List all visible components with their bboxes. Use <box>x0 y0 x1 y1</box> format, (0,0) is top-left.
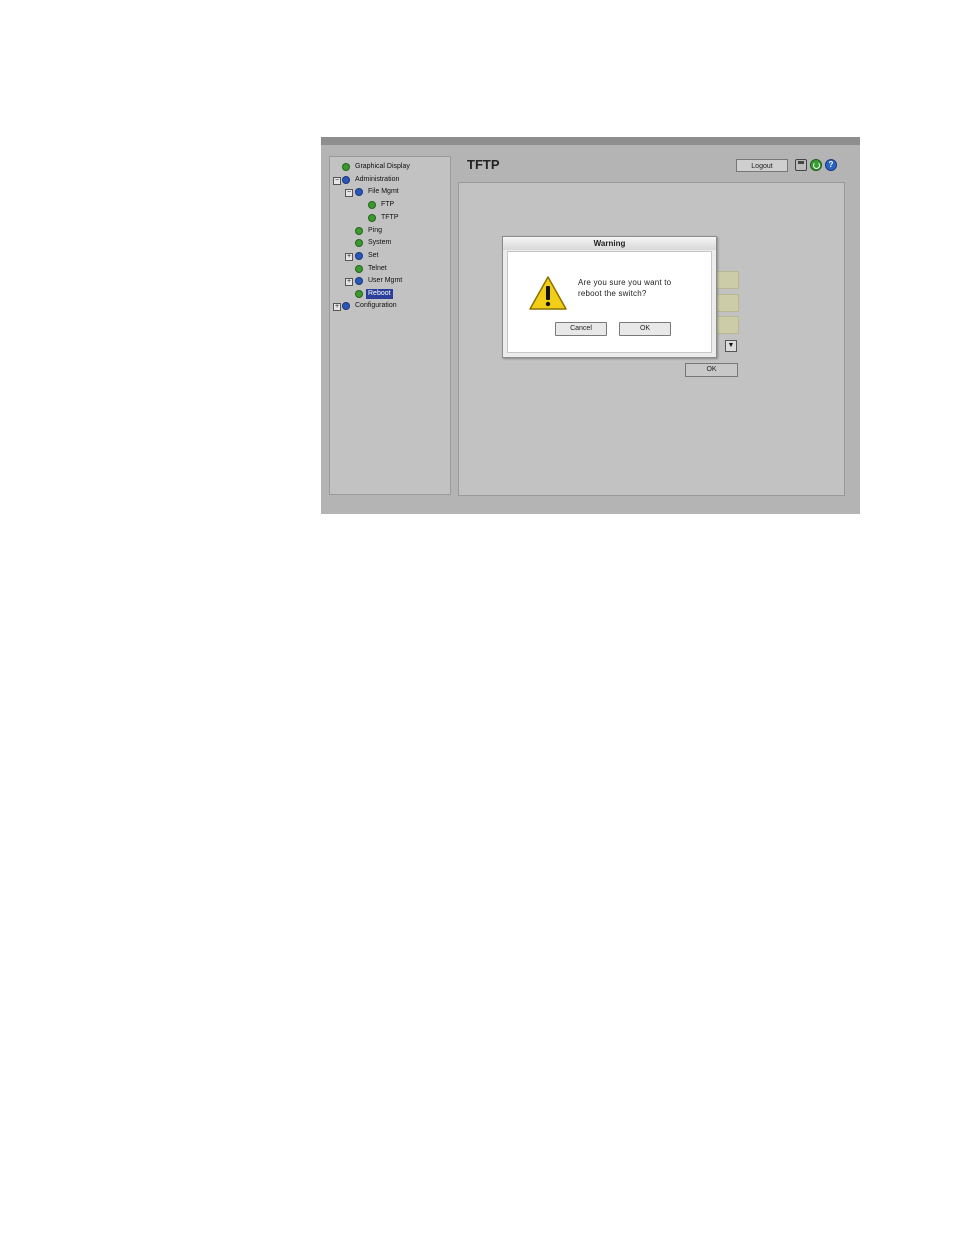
tree-item-file-mgmt[interactable]: File Mgmt <box>355 186 401 198</box>
tree-item-label: Telnet <box>368 265 387 272</box>
tree-item-ftp[interactable]: FTP <box>368 199 396 211</box>
blue-bullet-icon <box>342 302 350 310</box>
app-top-bar <box>321 137 860 145</box>
tree-item-label: User Mgmt <box>368 277 403 284</box>
tree-item-configuration[interactable]: Configuration <box>342 300 399 312</box>
tree-item-system[interactable]: System <box>355 237 393 249</box>
refresh-icon[interactable] <box>810 159 822 171</box>
warning-icon <box>529 276 567 310</box>
tree-item-label: FTP <box>381 201 395 208</box>
tree-item-graphical-display[interactable]: Graphical Display <box>342 161 412 173</box>
tree-item-label: Configuration <box>355 302 397 309</box>
tree-item-label: File Mgmt <box>368 188 399 195</box>
tree-item-label: Ping <box>368 227 383 234</box>
green-bullet-icon <box>368 214 376 222</box>
green-bullet-icon <box>355 265 363 273</box>
tree-item-administration[interactable]: Administration <box>342 174 401 186</box>
dialog-message: Are you sure you want to reboot the swit… <box>578 277 698 299</box>
blue-bullet-icon <box>355 188 363 196</box>
expand-icon[interactable]: + <box>345 278 353 286</box>
help-icon[interactable]: ? <box>825 159 837 171</box>
dialog-body: Are you sure you want to reboot the swit… <box>507 251 712 353</box>
cancel-button[interactable]: Cancel <box>555 322 607 336</box>
tree-item-label: TFTP <box>381 214 399 221</box>
logout-button[interactable]: Logout <box>736 159 788 172</box>
collapse-icon[interactable]: − <box>345 189 353 197</box>
green-bullet-icon <box>355 239 363 247</box>
tree-item-telnet[interactable]: Telnet <box>355 263 389 275</box>
tree-item-set[interactable]: Set <box>355 250 381 262</box>
dropdown-arrow-icon[interactable]: ▼ <box>725 340 737 352</box>
tree-item-tftp[interactable]: TFTP <box>368 212 401 224</box>
tree-item-label: System <box>368 239 392 246</box>
blue-bullet-icon <box>355 252 363 260</box>
dialog-message-line: Are you sure you want to <box>578 278 672 287</box>
page-title: TFTP <box>467 157 500 172</box>
ok-button[interactable]: OK <box>619 322 671 336</box>
green-bullet-icon <box>355 227 363 235</box>
tree-item-user-mgmt[interactable]: User Mgmt <box>355 275 404 287</box>
collapse-icon[interactable]: − <box>333 177 341 185</box>
blue-bullet-icon <box>342 176 350 184</box>
green-bullet-icon <box>368 201 376 209</box>
form-ok-button[interactable]: OK <box>685 363 738 377</box>
dialog-title: Warning <box>503 237 716 250</box>
navigation-tree: Graphical Display − Administration − Fil… <box>329 156 451 495</box>
save-icon[interactable] <box>795 159 807 171</box>
blue-bullet-icon <box>355 277 363 285</box>
switch-management-app: Graphical Display − Administration − Fil… <box>321 137 860 514</box>
green-bullet-icon <box>342 163 350 171</box>
tree-item-label: Set <box>368 252 379 259</box>
green-bullet-icon <box>355 290 363 298</box>
expand-icon[interactable]: + <box>345 253 353 261</box>
warning-dialog: Warning Are you sure you want to reboot … <box>502 236 717 358</box>
tree-item-reboot[interactable]: Reboot <box>355 288 393 300</box>
tree-item-label: Administration <box>355 176 400 183</box>
dialog-message-line: reboot the switch? <box>578 289 647 298</box>
expand-icon[interactable]: + <box>333 303 341 311</box>
tree-item-label: Reboot <box>366 289 393 299</box>
tree-item-label: Graphical Display <box>355 163 410 170</box>
tree-item-ping[interactable]: Ping <box>355 225 384 237</box>
